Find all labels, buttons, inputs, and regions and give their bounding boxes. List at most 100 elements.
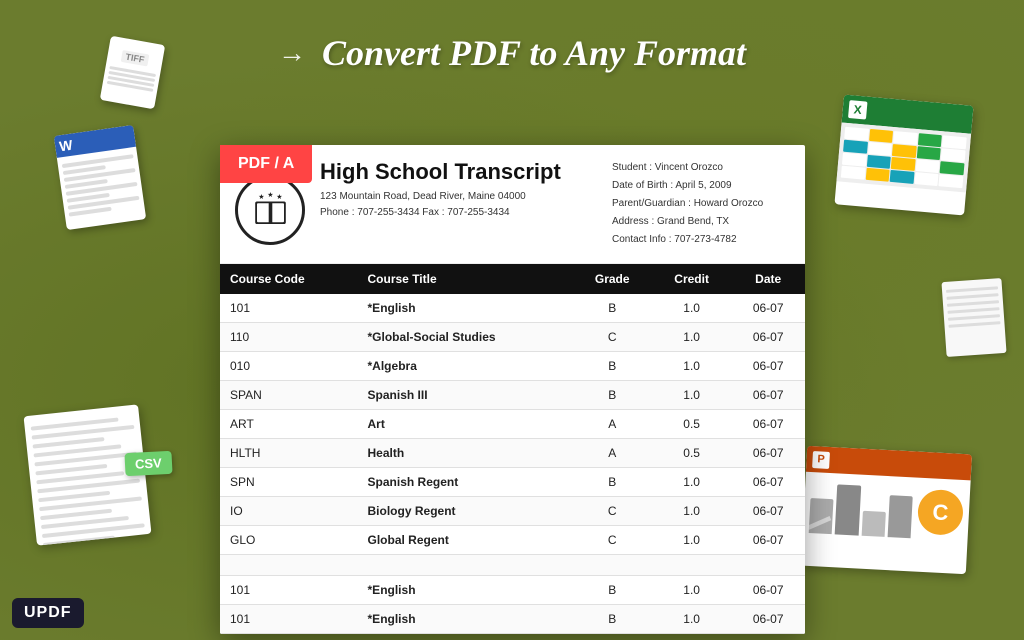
document-student-info: Student : Vincent Orozco Date of Birth :… <box>612 159 787 249</box>
cell-credit: 1.0 <box>652 497 731 526</box>
cell-date: 06-07 <box>731 439 805 468</box>
table-row: 101 *English B 1.0 06-07 <box>220 294 805 323</box>
table-row: 101 *English B 1.0 06-07 <box>220 576 805 605</box>
cell-code: IO <box>220 497 358 526</box>
excel-cell <box>844 127 869 141</box>
cell-grade: B <box>573 381 652 410</box>
excel-cell <box>841 166 866 180</box>
cell-code: 101 <box>220 605 358 634</box>
cell-title: *English <box>358 605 573 634</box>
cell-grade: B <box>573 576 652 605</box>
cell-code: SPAN <box>220 381 358 410</box>
student-dob: Date of Birth : April 5, 2009 <box>612 177 787 195</box>
ppt-bar <box>861 511 886 537</box>
cell-date: 06-07 <box>731 410 805 439</box>
cell-grade: C <box>573 497 652 526</box>
excel-cell <box>842 153 867 167</box>
cell-grade: B <box>573 352 652 381</box>
document-address-line1: 123 Mountain Road, Dead River, Maine 040… <box>320 189 592 205</box>
small-document-decoration <box>941 278 1006 357</box>
cell-date: 06-07 <box>731 468 805 497</box>
cell-date: 06-07 <box>731 352 805 381</box>
excel-cell <box>866 155 891 169</box>
excel-cell <box>917 146 942 160</box>
cell-code: ART <box>220 410 358 439</box>
cell-credit: 1.0 <box>652 323 731 352</box>
excel-cell <box>869 129 894 143</box>
ppt-c-icon: C <box>917 489 964 536</box>
cell-credit: 0.5 <box>652 410 731 439</box>
tiff-document-decoration: TIFF <box>100 36 165 110</box>
cell-title: Spanish III <box>358 381 573 410</box>
cell-grade: B <box>573 605 652 634</box>
excel-cell <box>915 159 940 173</box>
col-header-grade: Grade <box>573 264 652 294</box>
pdf-document: High School Transcript 123 Mountain Road… <box>220 145 805 634</box>
document-title-block: High School Transcript 123 Mountain Road… <box>320 159 592 249</box>
school-logo-svg: ★ ★ ★ <box>248 188 293 233</box>
cell-grade: A <box>573 410 652 439</box>
cell-code: SPN <box>220 468 358 497</box>
student-parent: Parent/Guardian : Howard Orozco <box>612 195 787 213</box>
cell-title: Health <box>358 439 573 468</box>
excel-document-decoration: X <box>834 95 973 216</box>
ppt-bar <box>835 484 861 535</box>
small-doc-line <box>947 307 999 314</box>
table-row: GLO Global Regent C 1.0 06-07 <box>220 526 805 555</box>
excel-cell <box>868 142 893 156</box>
table-row: 110 *Global-Social Studies C 1.0 06-07 <box>220 323 805 352</box>
table-row: ART Art A 0.5 06-07 <box>220 410 805 439</box>
small-doc-line <box>946 286 998 293</box>
excel-cell <box>865 168 890 182</box>
ppt-logo: P <box>812 451 830 469</box>
excel-cell <box>891 157 916 171</box>
ppt-bar <box>887 495 912 538</box>
col-header-title: Course Title <box>358 264 573 294</box>
cell-credit: 1.0 <box>652 352 731 381</box>
table-row: 010 *Algebra B 1.0 06-07 <box>220 352 805 381</box>
cell-title: *English <box>358 294 573 323</box>
title-area: → Convert PDF to Any Format <box>278 32 746 74</box>
cell-title: Spanish Regent <box>358 468 573 497</box>
table-row: IO Biology Regent C 1.0 06-07 <box>220 497 805 526</box>
cell-code <box>220 555 358 576</box>
cell-date: 06-07 <box>731 294 805 323</box>
col-header-credit: Credit <box>652 264 731 294</box>
cell-grade <box>573 555 652 576</box>
cell-credit: 1.0 <box>652 381 731 410</box>
cell-code: HLTH <box>220 439 358 468</box>
cell-date: 06-07 <box>731 323 805 352</box>
col-header-date: Date <box>731 264 805 294</box>
cell-code: 010 <box>220 352 358 381</box>
cell-grade: B <box>573 294 652 323</box>
word-document-decoration: W <box>54 125 146 230</box>
svg-text:★: ★ <box>276 191 282 200</box>
cell-date <box>731 555 805 576</box>
cell-grade: C <box>573 526 652 555</box>
cell-title: Biology Regent <box>358 497 573 526</box>
cell-title: Art <box>358 410 573 439</box>
svg-text:★: ★ <box>258 191 264 200</box>
cell-credit <box>652 555 731 576</box>
table-header: Course Code Course Title Grade Credit Da… <box>220 264 805 294</box>
cell-grade: A <box>573 439 652 468</box>
arrow-decoration: → <box>278 37 306 69</box>
cell-credit: 1.0 <box>652 605 731 634</box>
document-title: High School Transcript <box>320 159 592 185</box>
cell-code: 110 <box>220 323 358 352</box>
excel-cell <box>940 161 965 175</box>
table-row: SPAN Spanish III B 1.0 06-07 <box>220 381 805 410</box>
cell-date: 06-07 <box>731 526 805 555</box>
table-row <box>220 555 805 576</box>
excel-grid <box>836 122 971 192</box>
excel-cell <box>893 131 918 145</box>
cell-date: 06-07 <box>731 605 805 634</box>
small-doc-line <box>946 293 998 300</box>
cell-credit: 1.0 <box>652 294 731 323</box>
cell-date: 06-07 <box>731 497 805 526</box>
cell-title: *English <box>358 576 573 605</box>
cell-credit: 0.5 <box>652 439 731 468</box>
svg-text:★: ★ <box>267 190 273 199</box>
col-header-code: Course Code <box>220 264 358 294</box>
text-doc-lines <box>31 416 146 546</box>
